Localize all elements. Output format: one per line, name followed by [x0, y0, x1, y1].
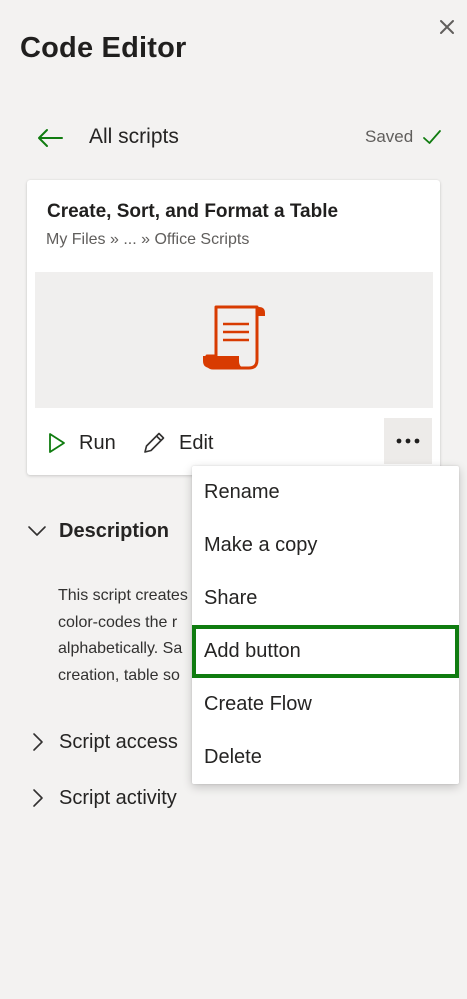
arrow-left-icon	[38, 129, 63, 147]
back-button[interactable]	[36, 124, 66, 152]
description-label: Description	[59, 519, 170, 542]
script-name: Create, Sort, and Format a Table	[47, 201, 339, 222]
description-text: This script creates color-codes the r al…	[58, 583, 198, 689]
pane-title: Code Editor	[20, 32, 187, 64]
script-card: Create, Sort, and Format a Table My File…	[27, 180, 440, 475]
pencil-icon	[144, 432, 165, 453]
saved-status: Saved	[365, 127, 414, 146]
description-line: color-codes the r	[58, 613, 178, 631]
menu-item-share[interactable]: Share	[192, 572, 459, 625]
run-label: Run	[79, 431, 116, 454]
more-options-icon	[396, 438, 420, 444]
play-icon	[49, 433, 65, 453]
chevron-right-icon	[33, 789, 43, 807]
menu-item-make-a-copy[interactable]: Make a copy	[192, 519, 459, 572]
menu-item-rename[interactable]: Rename	[192, 466, 459, 519]
script-breadcrumb: My Files » ... » Office Scripts	[46, 231, 250, 248]
script-access-label: Script access	[59, 730, 178, 753]
script-activity-section-header[interactable]: Script activity	[27, 786, 177, 810]
close-pane-button[interactable]	[436, 16, 458, 38]
run-button[interactable]: Run	[47, 428, 116, 458]
script-preview	[35, 272, 433, 408]
description-line: alphabetically. Sa	[58, 640, 183, 657]
menu-item-delete[interactable]: Delete	[192, 731, 459, 784]
script-activity-label: Script activity	[59, 786, 177, 809]
chevron-right-icon	[33, 733, 43, 751]
description-section-header[interactable]: Description	[27, 519, 169, 543]
checkmark-icon	[423, 130, 441, 144]
close-icon	[440, 20, 454, 34]
description-line: creation, table so	[58, 666, 180, 684]
more-options-menu: Rename Make a copy Share Add button Crea…	[192, 466, 459, 784]
chevron-down-icon	[28, 526, 46, 536]
description-line: This script creates	[58, 587, 188, 604]
all-scripts-link[interactable]: All scripts	[89, 125, 179, 149]
edit-button[interactable]: Edit	[141, 428, 213, 458]
more-options-button[interactable]	[384, 418, 432, 464]
script-scroll-icon	[203, 305, 265, 370]
edit-label: Edit	[179, 431, 214, 454]
menu-item-create-flow[interactable]: Create Flow	[192, 678, 459, 731]
menu-item-add-button[interactable]: Add button	[192, 625, 459, 678]
script-access-section-header[interactable]: Script access	[27, 730, 178, 754]
